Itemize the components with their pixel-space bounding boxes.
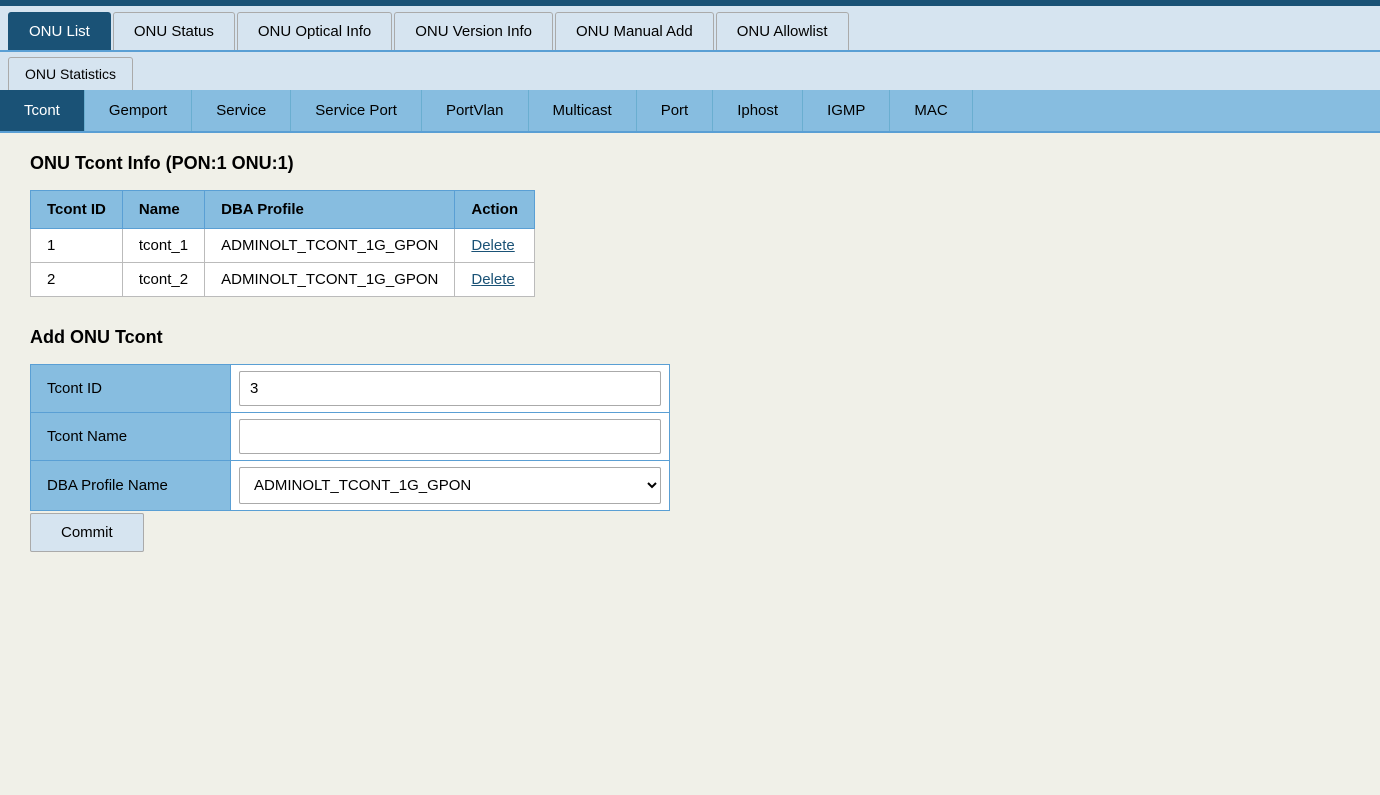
tab-iphost[interactable]: Iphost: [713, 90, 803, 131]
label-tcont-name: Tcont Name: [31, 413, 231, 461]
form-row-dba-profile: DBA Profile Name ADMINOLT_TCONT_1G_GPON: [31, 461, 670, 511]
tab-service[interactable]: Service: [192, 90, 291, 131]
form-row-tcont-id: Tcont ID: [31, 365, 670, 413]
col-dba-profile: DBA Profile: [205, 191, 455, 229]
input-cell-dba-profile: ADMINOLT_TCONT_1G_GPON: [231, 461, 670, 511]
cell-dba-profile-1: ADMINOLT_TCONT_1G_GPON: [205, 229, 455, 263]
tab-multicast[interactable]: Multicast: [529, 90, 637, 131]
cell-action-2: Delete: [455, 263, 535, 297]
table-row: 2 tcont_2 ADMINOLT_TCONT_1G_GPON Delete: [31, 263, 535, 297]
tab-igmp[interactable]: IGMP: [803, 90, 890, 131]
delete-link-2[interactable]: Delete: [471, 271, 514, 288]
tab-tcont[interactable]: Tcont: [0, 90, 85, 131]
page-title: ONU Tcont Info (PON:1 ONU:1): [30, 153, 1350, 174]
form-row-tcont-name: Tcont Name: [31, 413, 670, 461]
tab-onu-list[interactable]: ONU List: [8, 12, 111, 50]
col-name: Name: [122, 191, 204, 229]
tab-onu-allowlist[interactable]: ONU Allowlist: [716, 12, 849, 50]
tab-onu-status[interactable]: ONU Status: [113, 12, 235, 50]
add-section-title: Add ONU Tcont: [30, 327, 1350, 348]
tab-onu-version-info[interactable]: ONU Version Info: [394, 12, 553, 50]
table-row: 1 tcont_1 ADMINOLT_TCONT_1G_GPON Delete: [31, 229, 535, 263]
tcont-info-table: Tcont ID Name DBA Profile Action 1 tcont…: [30, 190, 535, 297]
nav-tabs-top: ONU List ONU Status ONU Optical Info ONU…: [0, 6, 1380, 52]
tab-port[interactable]: Port: [637, 90, 714, 131]
tcont-name-input[interactable]: [239, 419, 661, 454]
delete-link-1[interactable]: Delete: [471, 237, 514, 254]
tab-onu-optical-info[interactable]: ONU Optical Info: [237, 12, 392, 50]
main-content: ONU Tcont Info (PON:1 ONU:1) Tcont ID Na…: [0, 133, 1380, 733]
col-action: Action: [455, 191, 535, 229]
tab-portvlan[interactable]: PortVlan: [422, 90, 529, 131]
tab-service-port[interactable]: Service Port: [291, 90, 422, 131]
cell-name-1: tcont_1: [122, 229, 204, 263]
label-dba-profile: DBA Profile Name: [31, 461, 231, 511]
tab-onu-manual-add[interactable]: ONU Manual Add: [555, 12, 714, 50]
cell-tcont-id-2: 2: [31, 263, 123, 297]
cell-name-2: tcont_2: [122, 263, 204, 297]
nav-tabs-sub: Tcont Gemport Service Service Port PortV…: [0, 90, 1380, 133]
tab-mac[interactable]: MAC: [890, 90, 972, 131]
col-tcont-id: Tcont ID: [31, 191, 123, 229]
label-tcont-id: Tcont ID: [31, 365, 231, 413]
dba-profile-select[interactable]: ADMINOLT_TCONT_1G_GPON: [239, 467, 661, 504]
tcont-id-input[interactable]: [239, 371, 661, 406]
nav-tabs-second: ONU Statistics: [0, 52, 1380, 90]
input-cell-tcont-id: [231, 365, 670, 413]
add-tcont-table: Tcont ID Tcont Name DBA Profile Name ADM…: [30, 364, 670, 511]
tab-gemport[interactable]: Gemport: [85, 90, 192, 131]
cell-dba-profile-2: ADMINOLT_TCONT_1G_GPON: [205, 263, 455, 297]
cell-action-1: Delete: [455, 229, 535, 263]
input-cell-tcont-name: [231, 413, 670, 461]
cell-tcont-id-1: 1: [31, 229, 123, 263]
tab-onu-statistics[interactable]: ONU Statistics: [8, 57, 133, 90]
commit-button[interactable]: Commit: [30, 513, 144, 552]
